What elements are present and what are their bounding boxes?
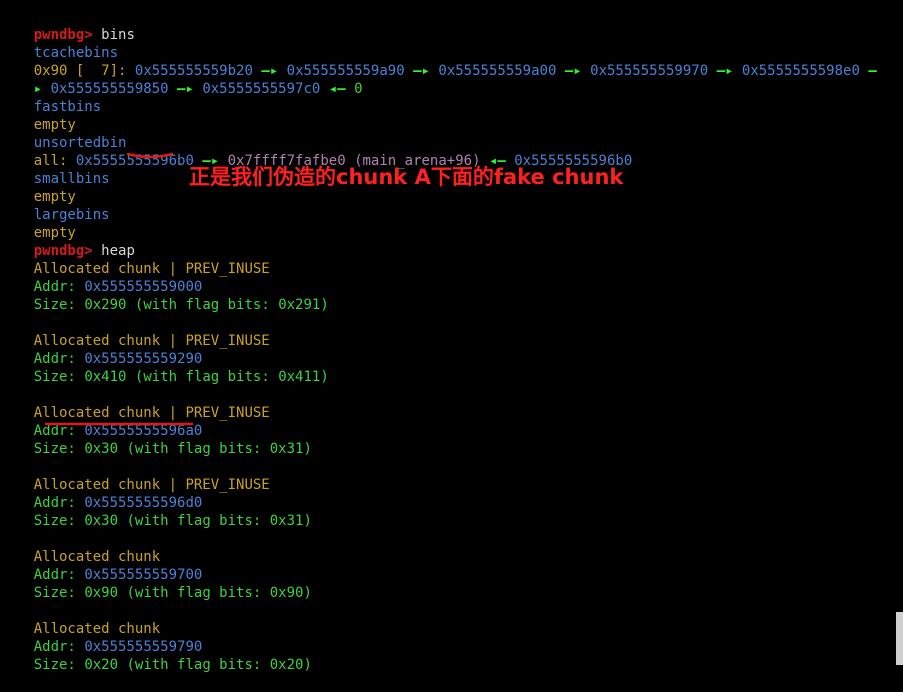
tcachebins-entry-line1: 0x90 [ 7]: 0x555555559b20 —▸ 0x555555559… bbox=[33, 63, 877, 79]
chunk-size: Size: 0x90 (with flag bits: 0x90) bbox=[33, 585, 312, 601]
fastbins-status: empty bbox=[33, 117, 76, 133]
chunk-type: Allocated chunk | PREV_INUSE bbox=[33, 333, 270, 349]
tcache-chain-addr: 0x555555559a00 bbox=[438, 63, 557, 79]
chunk-type: Allocated chunk | PREV_INUSE bbox=[33, 477, 270, 493]
tcache-chain-addr: 0x5555555598e0 bbox=[741, 63, 860, 79]
tcachebins-header: tcachebins bbox=[33, 45, 119, 61]
chunk-size: Size: 0x410 (with flag bits: 0x411) bbox=[33, 369, 329, 385]
tcache-terminator: 0 bbox=[354, 81, 363, 97]
chunk-type: Allocated chunk | PREV_INUSE bbox=[33, 261, 270, 277]
chunk-addr: Addr: 0x555555559700 bbox=[33, 567, 203, 583]
chunk-type: Allocated chunk bbox=[33, 549, 161, 565]
terminal-window[interactable]: pwndbg> bins tcachebins 0x90 [ 7]: 0x555… bbox=[0, 0, 903, 673]
fastbins-header: fastbins bbox=[33, 99, 102, 115]
unsortedbin-header: unsortedbin bbox=[33, 135, 127, 151]
prompt-line-bins: pwndbg> bins bbox=[0, 8, 135, 43]
arrow-icon: —▸ bbox=[564, 63, 582, 79]
chunk-size: Size: 0x30 (with flag bits: 0x31) bbox=[33, 441, 312, 457]
chunk-type: Allocated chunk bbox=[33, 621, 161, 637]
smallbins-status: empty bbox=[33, 189, 76, 205]
chunk-addr: Addr: 0x5555555596a0 bbox=[33, 423, 203, 439]
scrollbar-thumb[interactable] bbox=[896, 612, 903, 665]
tcachebins-entry-line2: ▸ 0x555555559850 —▸ 0x5555555597c0 ◂— 0 bbox=[33, 81, 363, 97]
arrow-icon: —▸ bbox=[177, 81, 194, 97]
chunk-addr: Addr: 0x555555559000 bbox=[33, 279, 203, 295]
arrow-icon: —▸ bbox=[716, 63, 734, 79]
prompt-line-heap: pwndbg> heap bbox=[0, 224, 135, 259]
chunk-size: Size: 0x290 (with flag bits: 0x291) bbox=[33, 297, 329, 313]
arrow-icon: —▸ bbox=[413, 63, 430, 79]
chunk-addr: Addr: 0x5555555596d0 bbox=[33, 495, 203, 511]
tcache-chain-addr: 0x5555555597c0 bbox=[202, 81, 321, 97]
chunk-type: Allocated chunk | PREV_INUSE bbox=[33, 405, 270, 421]
chunk-size: Size: 0x20 (with flag bits: 0x20) bbox=[33, 657, 312, 673]
chunk-addr: Addr: 0x555555559790 bbox=[33, 639, 203, 655]
smallbins-header: smallbins bbox=[33, 171, 110, 187]
tcache-chain-addr: 0x555555559970 bbox=[590, 63, 709, 79]
largebins-status: empty bbox=[33, 225, 76, 241]
chunk-size: Size: 0x30 (with flag bits: 0x31) bbox=[33, 513, 312, 529]
unsortedbin-entry: all: 0x5555555596b0 —▸ 0x7ffff7fafbe0 (m… bbox=[0, 134, 633, 169]
chunk-addr: Addr: 0x555555559290 bbox=[33, 351, 203, 367]
back-arrow-icon: ◂— bbox=[328, 81, 346, 97]
annotation-text: 正是我们伪造的chunk A下面的fake chunk bbox=[189, 165, 624, 189]
largebins-header: largebins bbox=[33, 207, 110, 223]
